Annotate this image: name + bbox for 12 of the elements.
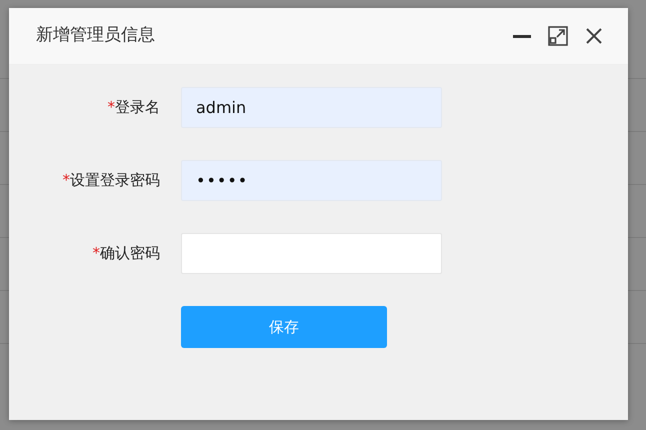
- password-field[interactable]: [181, 233, 442, 274]
- input-field[interactable]: admin: [181, 87, 442, 128]
- required-mark: *: [108, 98, 115, 116]
- required-mark: *: [92, 244, 100, 262]
- field-label: 确认密码: [100, 244, 160, 262]
- dialog-title: 新增管理员信息: [36, 24, 155, 48]
- field-label: 设置登录密码: [70, 171, 160, 190]
- maximize-icon[interactable]: [548, 26, 568, 46]
- close-icon[interactable]: [584, 26, 604, 46]
- password-field[interactable]: •••••: [181, 160, 442, 201]
- required-mark: *: [62, 171, 70, 190]
- field-label: 登录名: [115, 98, 160, 116]
